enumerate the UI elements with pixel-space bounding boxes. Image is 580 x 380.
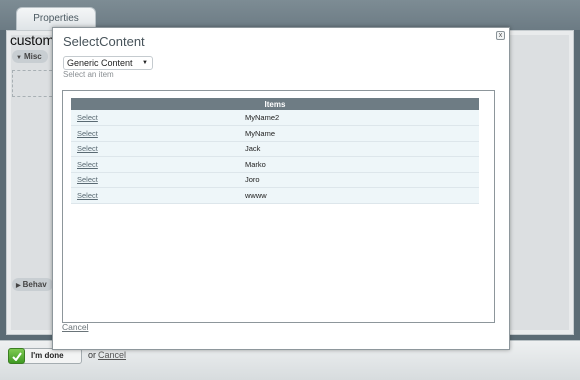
done-button[interactable]: I'm done <box>8 348 82 364</box>
select-link[interactable]: Select <box>77 160 98 169</box>
item-name: MyName <box>245 125 479 142</box>
table-row: Select Jack <box>71 141 479 157</box>
triangle-right-icon: ▶ <box>16 283 21 289</box>
dialog-title: SelectContent <box>63 34 145 49</box>
items-header: Items <box>71 98 479 110</box>
table-row: Select MyName2 <box>71 110 479 126</box>
select-link[interactable]: Select <box>77 191 98 200</box>
misc-label: Misc <box>23 52 42 61</box>
close-icon[interactable]: x <box>496 31 505 40</box>
select-link[interactable]: Select <box>77 129 98 138</box>
select-content-dialog: SelectContent x Generic Content ▼ Select… <box>52 27 510 350</box>
check-icon <box>8 348 25 364</box>
table-row: Select Marko <box>71 156 479 173</box>
item-name: Joro <box>245 172 479 188</box>
behavior-label: Behav <box>22 280 47 289</box>
dialog-cancel-link[interactable]: Cancel <box>62 322 88 332</box>
misc-section-toggle[interactable]: ▼ Misc <box>12 50 48 63</box>
table-row: Select Joro <box>71 172 479 188</box>
cancel-link[interactable]: Cancel <box>98 350 126 360</box>
select-link[interactable]: Select <box>77 175 98 184</box>
item-name: MyName2 <box>245 110 479 126</box>
items-container: Items Select MyName2 Select MyName Selec… <box>62 90 495 323</box>
hint-text: Select an item <box>63 70 114 79</box>
behavior-section-toggle[interactable]: ▶ Behav <box>12 278 53 291</box>
done-label: I'm done <box>31 351 64 360</box>
drop-placeholder <box>12 70 52 97</box>
triangle-down-icon: ▼ <box>16 55 22 61</box>
items-table: Items Select MyName2 Select MyName Selec… <box>71 98 479 204</box>
table-row: Select MyName <box>71 125 479 142</box>
chevron-down-icon: ▼ <box>142 60 148 66</box>
item-name: wwww <box>245 187 479 204</box>
page-title: custom <box>10 32 54 48</box>
or-text: or <box>88 350 97 360</box>
table-row: Select wwww <box>71 187 479 204</box>
item-name: Jack <box>245 141 479 157</box>
select-link[interactable]: Select <box>77 113 98 122</box>
item-name: Marko <box>245 156 479 173</box>
content-type-value: Generic Content <box>67 58 133 68</box>
select-link[interactable]: Select <box>77 144 98 153</box>
content-type-select[interactable]: Generic Content ▼ <box>63 56 153 70</box>
